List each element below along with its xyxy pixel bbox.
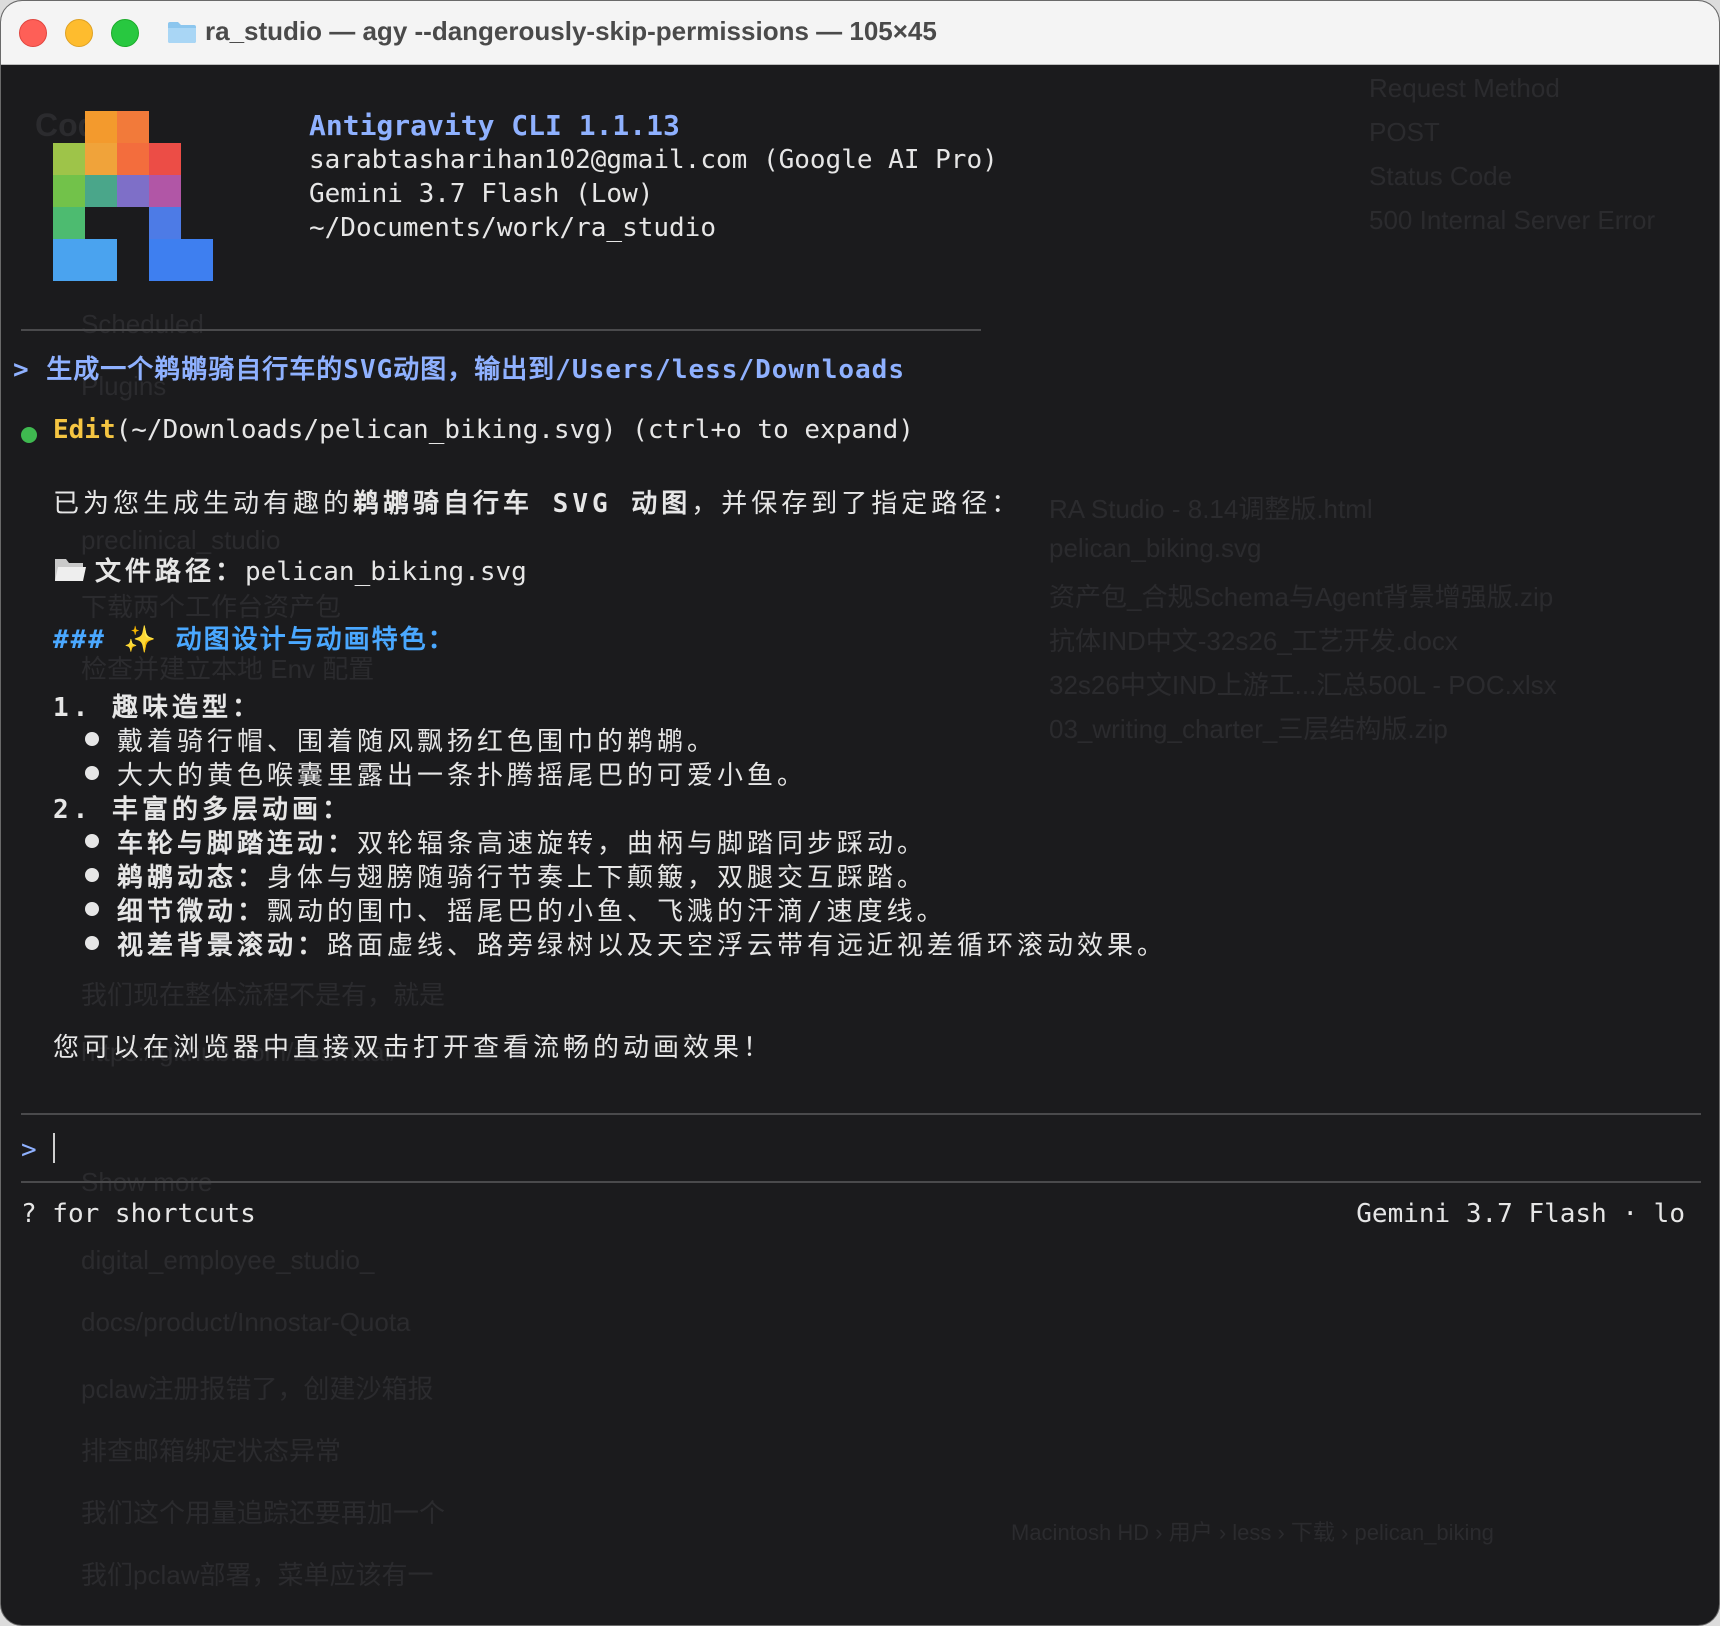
text-cursor [53,1133,55,1163]
header-divider [21,329,981,331]
model-status: Gemini 3.7 Flash · lo [1356,1199,1685,1229]
list-item-bullet: 细节微动：飘动的围巾、摇尾巴的小鱼、飞溅的汗滴/速度线。 [85,891,947,928]
zoom-window-button[interactable] [111,19,139,47]
intro-prefix: 已为您生成生动有趣的 [53,489,354,519]
terminal-content[interactable]: Code Scheduled Plugins preclinical_studi… [1,65,1719,1625]
bullet-text: 路面虚线、路旁绿树以及天空浮云带有远近视差循环滚动效果。 [327,931,1168,961]
ghost-file-item: 抗体IND中文-32s26_工艺开发.docx [1049,626,1458,656]
ghost-sidebar-label: pclaw注册报错了，创建沙箱报 [81,1374,434,1404]
input-prompt-symbol: > [21,1135,37,1165]
bullet-label: 鹈鹕动态： [117,863,268,893]
tool-call-line[interactable]: Edit(~/Downloads/pelican_biking.svg) (ct… [53,415,914,445]
title-bar: ra_studio — agy --dangerously-skip-permi… [1,1,1719,65]
minimize-window-button[interactable] [65,19,93,47]
ghost-request-label: 500 Internal Server Error [1369,205,1656,235]
ghost-file-item: 资产包_合规Schema与Agent背景增强版.zip [1049,582,1554,612]
list-item-title: 1. 趣味造型： [53,693,262,723]
terminal-window: ra_studio — agy --dangerously-skip-permi… [0,0,1720,1626]
ghost-breadcrumb: Macintosh HD › 用户 › less › 下载 › pelican_… [1011,1520,1494,1545]
ghost-file-item: 03_writing_charter_三层结构版.zip [1049,714,1448,744]
list-item-bullet: 视差背景滚动：路面虚线、路旁绿树以及天空浮云带有远近视差循环滚动效果。 [84,925,1168,962]
shortcuts-hint: ? for shortcuts [21,1199,256,1229]
command-input[interactable] [53,1131,1673,1167]
section-heading: ### ✨ 动图设计与动画特色： [53,625,456,655]
folder-icon [168,22,196,43]
ghost-file-item: RA Studio - 8.14调整版.html [1049,494,1373,524]
user-prompt: > 生成一个鹈鹕骑自行车的SVG动图，输出到/Users/less/Downlo… [13,355,905,385]
tool-call-name: Edit [53,415,116,445]
list-item-bullet: 车轮与脚踏连动：双轮辐条高速旋转，曲柄与脚踏同步踩动。 [84,823,928,860]
account-info: sarabtasharihan102@gmail.com (Google AI … [309,145,998,175]
window-title: ra_studio — agy --dangerously-skip-permi… [205,16,937,46]
ghost-sidebar-label: 我们现在整体流程不是有，就是 [81,980,446,1010]
bullet-label: 视差背景滚动： [117,931,328,961]
list-item-bullet: 大大的黄色喉囊里露出一条扑腾摇尾巴的可爱小鱼。 [84,755,807,792]
close-window-button[interactable] [19,19,47,47]
file-path-line: 文件路径：pelican_biking.svg [53,551,527,588]
file-label: 文件路径： [95,557,246,587]
list-item-bullet: 鹈鹕动态：身体与翅膀随骑行节奏上下颠簸，双腿交互踩踏。 [84,857,928,894]
ghost-sidebar-label: 我们这个用量追踪还要再加一个 [81,1498,446,1528]
status-dot-icon [21,427,37,443]
intro-bold: 鹈鹕骑自行车 SVG 动图 [353,489,692,519]
working-directory: ~/Documents/work/ra_studio [309,213,716,243]
bullet-text: 飘动的围巾、摇尾巴的小鱼、飞溅的汗滴/速度线。 [267,897,947,927]
ghost-sidebar-label: digital_employee_studio_ [81,1245,375,1275]
app-version: Antigravity CLI 1.1.13 [309,109,680,142]
ghost-sidebar-label: docs/product/Innostar-Quota [81,1307,411,1337]
ghost-request-label: Request Method [1369,73,1560,103]
intro-suffix: ，并保存到了指定路径： [691,489,1022,519]
ghost-file-item: pelican_biking.svg [1049,533,1262,563]
response-closing: 您可以在浏览器中直接双击打开查看流畅的动画效果！ [53,1033,774,1063]
tool-call-args: (~/Downloads/pelican_biking.svg) (ctrl+o… [115,415,914,445]
ghost-sidebar-label: 我们pclaw部署，菜单应该有一 [81,1560,434,1590]
ghost-request-label: POST [1369,117,1440,147]
input-top-divider [21,1113,1701,1115]
bullet-label: 车轮与脚踏连动： [117,829,358,859]
list-item-title: 2. 丰富的多层动画： [53,795,352,825]
bullet-text: 身体与翅膀随骑行节奏上下颠簸，双腿交互踩踏。 [267,863,928,893]
file-value: pelican_biking.svg [245,557,527,587]
ghost-request-label: Status Code [1369,161,1513,191]
list-item-bullet: 戴着骑行帽、围着随风飘扬红色围巾的鹈鹕。 [84,721,717,758]
response-intro: 已为您生成生动有趣的鹈鹕骑自行车 SVG 动图，并保存到了指定路径： [53,483,1021,520]
ghost-sidebar-label: 排查邮箱绑定状态异常 [81,1436,342,1466]
ghost-sidebar-label: Scheduled [81,309,204,339]
bullet-text: 双轮辐条高速旋转，曲柄与脚踏同步踩动。 [357,829,928,859]
input-bottom-divider [21,1181,1701,1183]
model-info: Gemini 3.7 Flash (Low) [309,179,654,209]
bullet-label: 细节微动： [117,897,268,927]
ghost-file-item: 32s26中文IND上游工...汇总500L - POC.xlsx [1049,670,1557,700]
folder-icon [55,559,86,581]
antigravity-logo-icon [53,111,213,281]
